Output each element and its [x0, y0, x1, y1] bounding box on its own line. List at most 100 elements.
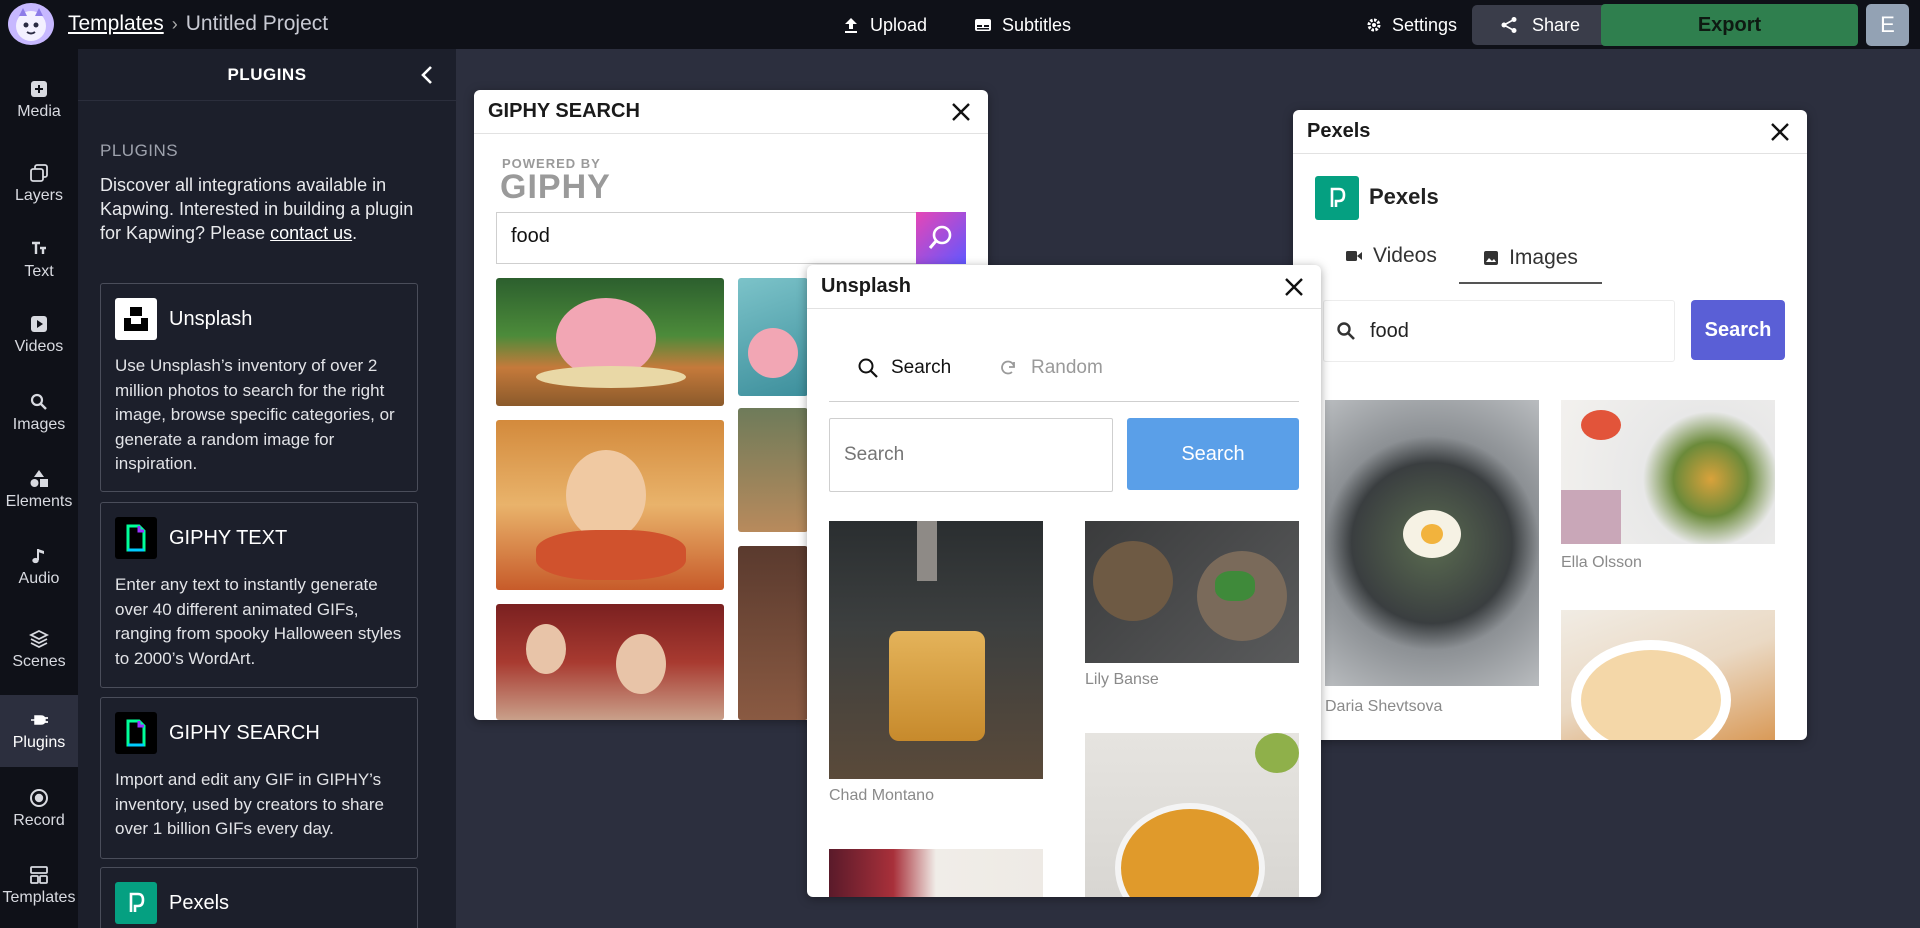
window-title[interactable]: Unsplash: [807, 265, 1321, 309]
photo-credit: Chad Montano: [829, 787, 934, 804]
subtitles-label: Subtitles: [1002, 14, 1072, 35]
refresh-icon: [1001, 360, 1015, 375]
video-camera-icon: [1346, 251, 1362, 261]
pexels-window[interactable]: Pexels Pexels Videos Images food Search …: [1293, 110, 1807, 740]
unsplash-photo[interactable]: [1085, 521, 1299, 663]
contact-us-link[interactable]: contact us: [270, 223, 352, 243]
unsplash-logo-icon: [115, 298, 157, 340]
kapwing-logo-icon[interactable]: [8, 3, 54, 45]
close-icon[interactable]: [1769, 121, 1791, 143]
nav-scenes[interactable]: Scenes: [0, 619, 78, 681]
pexels-brand: Pexels: [1369, 184, 1439, 209]
upload-button[interactable]: Upload: [842, 10, 927, 40]
project-title[interactable]: Untitled Project: [186, 12, 328, 36]
search-icon: [30, 393, 47, 410]
plugin-card-title: GIPHY SEARCH: [169, 722, 320, 744]
plugin-card-giphy-search[interactable]: GIPHY SEARCH Import and edit any GIF in …: [100, 697, 418, 859]
upload-label: Upload: [870, 14, 928, 35]
video-play-icon: [31, 316, 47, 332]
search-icon: [858, 358, 878, 378]
nav-images[interactable]: Images: [0, 382, 78, 444]
unsplash-search-button[interactable]: Search: [1127, 418, 1299, 490]
panel-description-end: .: [352, 223, 358, 243]
plugin-card-title: Unsplash: [169, 308, 253, 330]
nav-layers[interactable]: Layers: [0, 153, 78, 215]
scenes-stack-icon: [29, 629, 49, 649]
nav-templates[interactable]: Templates: [0, 855, 78, 917]
plugins-panel: PLUGINS PLUGINS Discover all integration…: [78, 49, 530, 928]
settings-button[interactable]: Settings: [1366, 10, 1457, 40]
tab-label: Images: [1509, 246, 1578, 269]
panel-subtitle: PLUGINS: [100, 141, 179, 160]
nav-videos[interactable]: Videos: [0, 304, 78, 366]
nav-label: Elements: [5, 493, 73, 510]
unsplash-photo[interactable]: [829, 521, 1043, 779]
tab-search[interactable]: Search: [857, 357, 951, 379]
user-avatar[interactable]: E: [1866, 4, 1909, 46]
gif-thumbnail[interactable]: [496, 420, 724, 590]
search-icon: [1337, 322, 1355, 340]
layers-icon: [30, 164, 48, 182]
pexels-photo[interactable]: [1561, 400, 1775, 544]
text-icon: [32, 241, 46, 254]
plugin-card-description: Use Unsplash’s inventory of over 2 milli…: [115, 356, 395, 473]
export-button[interactable]: Export: [1601, 4, 1858, 46]
top-bar: Templates › Untitled Project Upload Subt…: [0, 0, 1920, 49]
window-title[interactable]: GIPHY SEARCH: [474, 90, 988, 134]
pexels-logo-icon: [1315, 176, 1359, 220]
search-icon: [928, 225, 952, 249]
gif-thumbnail[interactable]: [738, 278, 808, 396]
share-button[interactable]: Share: [1472, 5, 1608, 45]
nav-label: Record: [13, 812, 65, 829]
panel-description: Discover all integrations available in K…: [100, 173, 420, 245]
window-title[interactable]: Pexels: [1293, 110, 1807, 154]
unsplash-photo[interactable]: [1085, 733, 1299, 897]
giphy-brand: GIPHY: [500, 168, 611, 206]
unsplash-search-input[interactable]: [829, 418, 1113, 492]
plugin-card-unsplash[interactable]: Unsplash Use Unsplash’s inventory of ove…: [100, 283, 418, 492]
breadcrumb-separator: ›: [171, 13, 178, 34]
giphy-search-button[interactable]: [916, 212, 966, 264]
settings-label: Settings: [1392, 14, 1458, 35]
nav-label: Media: [17, 103, 61, 120]
plugin-card-giphy-text[interactable]: GIPHY TEXT Enter any text to instantly g…: [100, 502, 418, 688]
nav-plugins[interactable]: Plugins: [0, 695, 78, 767]
gif-thumbnail[interactable]: [496, 604, 724, 720]
unsplash-window[interactable]: Unsplash Search Random Search Chad Monta…: [807, 265, 1321, 897]
photo-credit: Ella Olsson: [1561, 554, 1642, 571]
nav-media[interactable]: Media: [0, 69, 78, 131]
nav-label: Layers: [14, 187, 64, 204]
close-icon[interactable]: [1283, 276, 1305, 298]
unsplash-photo[interactable]: [829, 849, 1043, 897]
pexels-search-input[interactable]: food: [1323, 300, 1675, 362]
nav-text[interactable]: Text: [0, 229, 78, 291]
nav-elements[interactable]: Elements: [0, 459, 78, 521]
gif-thumbnail[interactable]: [738, 408, 808, 532]
nav-label: Text: [24, 263, 54, 280]
subtitles-button[interactable]: Subtitles: [974, 10, 1071, 40]
nav-record[interactable]: Record: [0, 778, 78, 840]
tab-videos[interactable]: Videos: [1345, 244, 1437, 268]
panel-description-text: Discover all integrations available in K…: [100, 175, 414, 243]
nav-label: Audio: [18, 570, 60, 587]
chevron-left-icon[interactable]: [416, 63, 440, 87]
tab-images[interactable]: Images: [1459, 234, 1602, 284]
giphy-logo-icon: [115, 517, 157, 559]
music-note-icon: [32, 549, 44, 564]
gif-thumbnail[interactable]: [496, 278, 724, 406]
gif-thumbnail[interactable]: [738, 546, 808, 720]
gear-icon: [1367, 18, 1381, 32]
templates-icon: [30, 866, 48, 884]
subtitles-icon: [975, 19, 991, 31]
pexels-search-button[interactable]: Search: [1691, 300, 1785, 360]
giphy-search-input[interactable]: food: [496, 212, 916, 264]
pexels-photo[interactable]: [1561, 610, 1775, 740]
image-icon: [1484, 251, 1499, 265]
plugin-card-pexels[interactable]: Pexels: [100, 867, 418, 928]
nav-audio[interactable]: Audio: [0, 536, 78, 598]
pexels-photo[interactable]: [1325, 400, 1539, 686]
panel-title: PLUGINS: [78, 49, 456, 101]
close-icon[interactable]: [950, 101, 972, 123]
tab-random[interactable]: Random: [999, 357, 1103, 379]
breadcrumb-templates-link[interactable]: Templates: [68, 12, 164, 36]
